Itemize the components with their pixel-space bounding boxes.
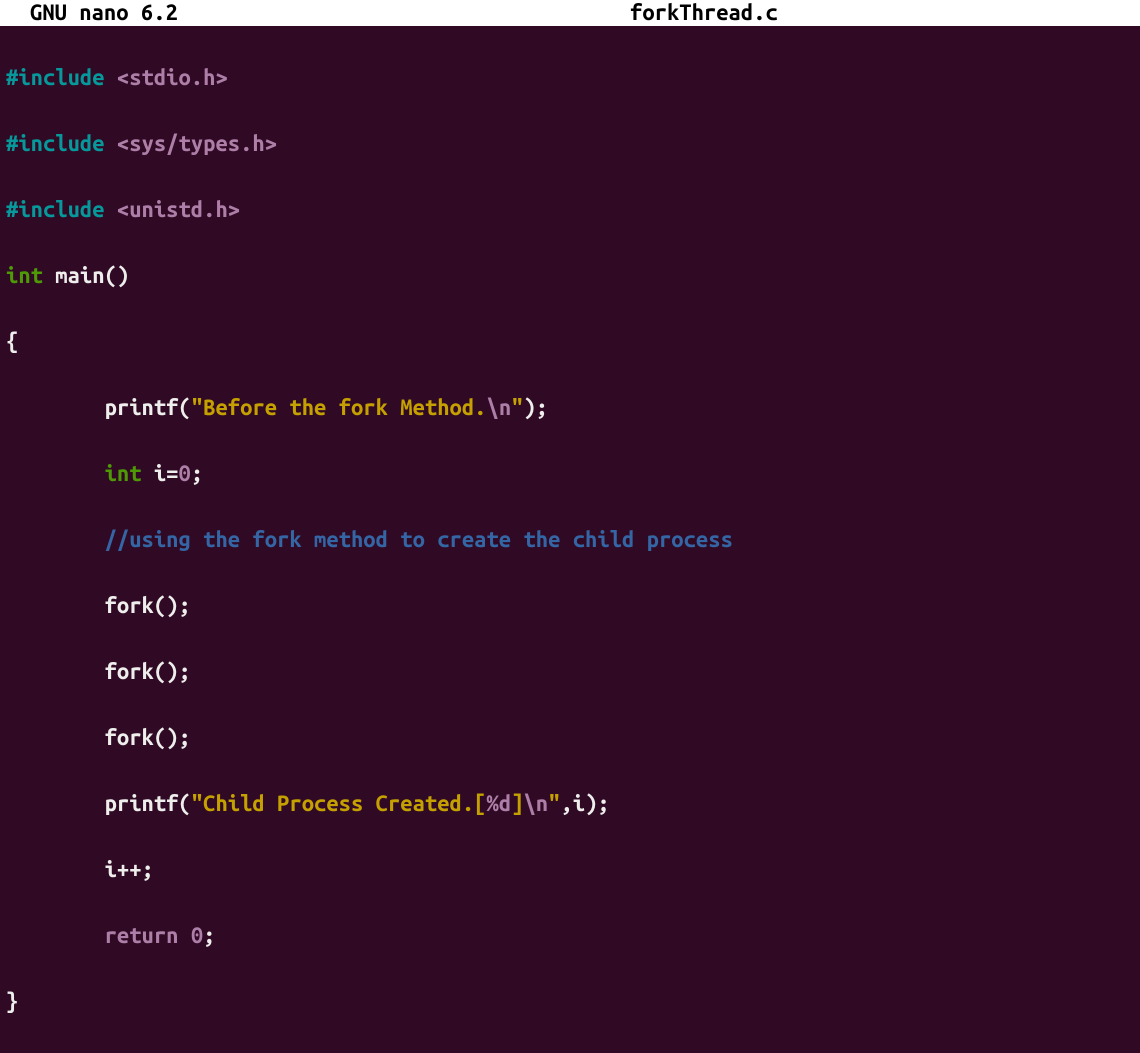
string-token: "Child Process Created.[ xyxy=(191,791,487,816)
type-token: int xyxy=(105,461,142,486)
escape-token: \n xyxy=(487,395,512,420)
filename: forkThread.c xyxy=(570,2,1140,24)
format-token: %d xyxy=(487,791,512,816)
space xyxy=(105,197,117,222)
code-line: fork(); xyxy=(6,721,1134,754)
number-token: 0 xyxy=(191,923,203,948)
text-token: ); xyxy=(523,395,548,420)
code-line: printf("Before the fork Method.\n"); xyxy=(6,391,1134,424)
code-line: { xyxy=(6,325,1134,358)
type-token: int xyxy=(6,263,43,288)
indent xyxy=(6,461,105,486)
preproc-token: #include xyxy=(6,131,105,156)
indent xyxy=(6,527,105,552)
indent xyxy=(6,791,105,816)
code-line: return 0; xyxy=(6,919,1134,952)
number-token: 0 xyxy=(179,461,191,486)
header-token: <unistd.h> xyxy=(117,197,240,222)
text-token: main() xyxy=(43,263,129,288)
text-token: fork(); xyxy=(105,659,191,684)
header-token: <sys/types.h> xyxy=(117,131,277,156)
text-token: ; xyxy=(191,461,203,486)
code-line: int i=0; xyxy=(6,457,1134,490)
code-line: //using the fork method to create the ch… xyxy=(6,523,1134,556)
indent xyxy=(6,725,105,750)
header-token: <stdio.h> xyxy=(117,65,228,90)
text-token: ; xyxy=(203,923,215,948)
text-token: ,i); xyxy=(560,791,609,816)
text-token: i++; xyxy=(105,857,154,882)
code-line: #include <sys/types.h> xyxy=(6,127,1134,160)
text-token: fork(); xyxy=(105,593,191,618)
indent xyxy=(6,659,105,684)
string-token: " xyxy=(511,395,523,420)
text-token: fork(); xyxy=(105,725,191,750)
brace-token: } xyxy=(6,989,18,1014)
titlebar: GNU nano 6.2 forkThread.c xyxy=(0,0,1140,26)
code-line: #include <unistd.h> xyxy=(6,193,1134,226)
text-token: printf( xyxy=(105,791,191,816)
string-token: ] xyxy=(511,791,523,816)
space xyxy=(105,131,117,156)
indent xyxy=(6,923,105,948)
escape-token: \n xyxy=(523,791,548,816)
code-line: printf("Child Process Created.[%d]\n",i)… xyxy=(6,787,1134,820)
brace-token: { xyxy=(6,329,18,354)
text-token: printf( xyxy=(105,395,191,420)
code-line: } xyxy=(6,985,1134,1018)
editor-area[interactable]: #include <stdio.h> #include <sys/types.h… xyxy=(0,26,1140,1053)
space xyxy=(105,65,117,90)
app-name: GNU nano 6.2 xyxy=(0,2,570,24)
string-token: "Before the fork Method. xyxy=(191,395,487,420)
string-token: " xyxy=(548,791,560,816)
preproc-token: #include xyxy=(6,197,105,222)
code-line: fork(); xyxy=(6,589,1134,622)
text-token: i= xyxy=(142,461,179,486)
preproc-token: #include xyxy=(6,65,105,90)
comment-token: //using the fork method to create the ch… xyxy=(105,527,733,552)
indent xyxy=(6,593,105,618)
space xyxy=(178,923,190,948)
code-line: i++; xyxy=(6,853,1134,886)
indent xyxy=(6,395,105,420)
code-line: #include <stdio.h> xyxy=(6,61,1134,94)
code-line: int main() xyxy=(6,259,1134,292)
keyword-token: return xyxy=(105,923,179,948)
code-line: fork(); xyxy=(6,655,1134,688)
indent xyxy=(6,857,105,882)
